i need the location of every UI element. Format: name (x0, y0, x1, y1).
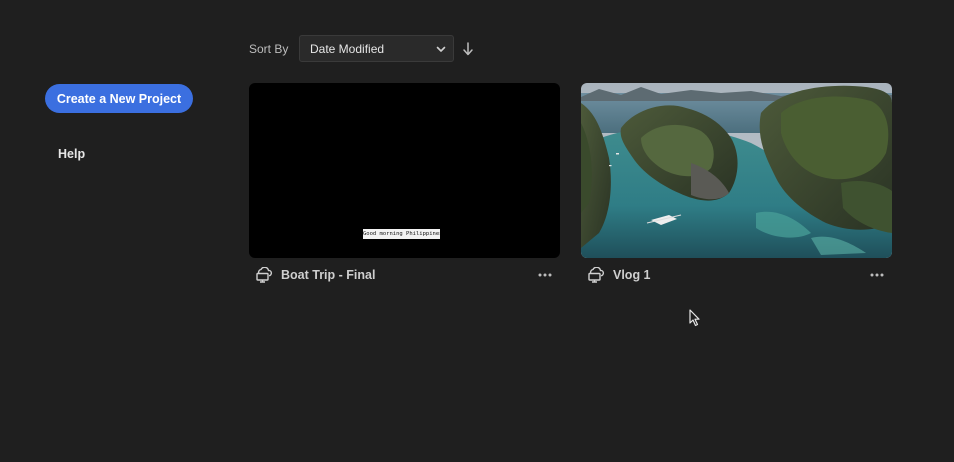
project-thumbnail[interactable] (581, 83, 892, 258)
mouse-cursor-icon (689, 309, 700, 327)
project-card[interactable]: Good morning Philippines! Boat Trip - Fi… (249, 83, 560, 289)
project-title[interactable]: Boat Trip - Final (281, 268, 375, 282)
chevron-down-icon (436, 46, 446, 52)
cloud-sync-icon (588, 267, 605, 283)
more-horizontal-icon[interactable] (870, 273, 884, 277)
create-new-project-button[interactable]: Create a New Project (45, 84, 193, 113)
sort-by-label: Sort By (249, 42, 289, 56)
project-meta: Boat Trip - Final (249, 267, 560, 289)
cloud-sync-icon (256, 267, 273, 283)
sort-selected-value: Date Modified (310, 41, 385, 56)
sort-direction-arrow-down-icon[interactable] (461, 41, 475, 57)
project-card[interactable]: Vlog 1 (581, 83, 892, 289)
project-title[interactable]: Vlog 1 (613, 268, 651, 282)
project-thumbnail[interactable]: Good morning Philippines! (249, 83, 560, 258)
lagoon-landscape-image (581, 83, 892, 258)
project-meta: Vlog 1 (581, 267, 892, 289)
help-link[interactable]: Help (58, 147, 85, 161)
app-window: Create a New Project Help Sort By Date M… (0, 0, 954, 462)
create-new-project-label: Create a New Project (56, 91, 182, 106)
more-horizontal-icon[interactable] (538, 273, 552, 277)
sort-dropdown[interactable]: Date Modified (299, 35, 454, 62)
thumbnail-caption: Good morning Philippines! (363, 229, 440, 239)
